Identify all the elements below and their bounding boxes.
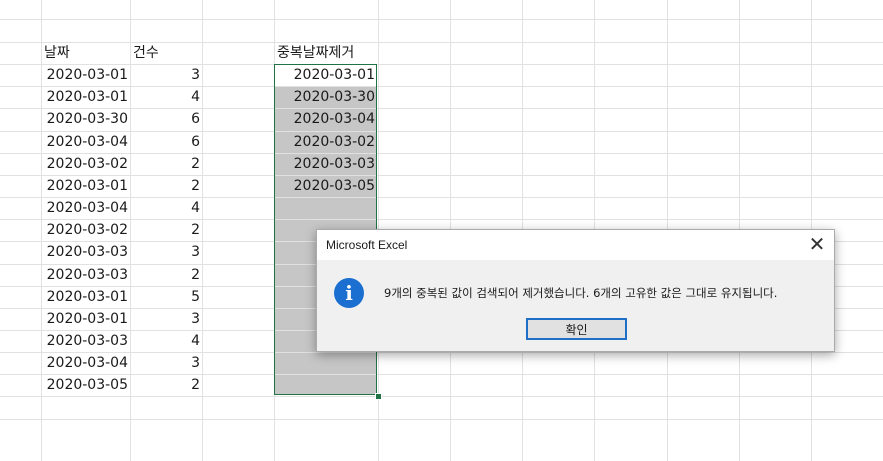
close-icon[interactable]: ✕ [800,230,834,260]
date-cell[interactable]: 2020-03-04 [41,352,128,374]
column-gridline [202,0,203,461]
row-gridline [0,396,883,397]
date-cell[interactable]: 2020-03-02 [41,153,128,175]
date-cell[interactable]: 2020-03-01 [41,286,128,308]
date-cell[interactable]: 2020-03-04 [41,131,128,153]
count-cell[interactable]: 2 [130,175,200,197]
date-cell[interactable]: 2020-03-01 [41,64,128,86]
unique-date-cell[interactable]: 2020-03-03 [274,153,375,175]
date-cell[interactable]: 2020-03-02 [41,219,128,241]
fill-handle[interactable] [375,393,382,400]
unique-date-cell[interactable]: 2020-03-02 [274,131,375,153]
row-gridline [0,19,883,20]
count-cell[interactable]: 4 [130,86,200,108]
count-cell[interactable]: 3 [130,308,200,330]
unique-date-cell[interactable]: 2020-03-01 [274,64,375,86]
count-cell[interactable]: 2 [130,153,200,175]
count-cell[interactable]: 3 [130,352,200,374]
header-count[interactable]: 건수 [133,42,193,64]
count-cell[interactable]: 5 [130,286,200,308]
dialog-message: 9개의 중복된 값이 검색되어 제거했습니다. 6개의 고유한 값은 그대로 유… [384,286,778,300]
date-cell[interactable]: 2020-03-05 [41,374,128,396]
header-dedup[interactable]: 중복날짜제거 [277,42,377,64]
date-cell[interactable]: 2020-03-03 [41,264,128,286]
dialog-titlebar[interactable]: Microsoft Excel ✕ [317,230,834,260]
unique-date-cell[interactable]: 2020-03-05 [274,175,375,197]
ok-button[interactable]: 확인 [526,318,627,340]
count-cell[interactable]: 3 [130,241,200,263]
count-cell[interactable]: 4 [130,197,200,219]
date-cell[interactable]: 2020-03-03 [41,241,128,263]
date-cell[interactable]: 2020-03-03 [41,330,128,352]
info-icon: i [334,278,364,308]
message-dialog: Microsoft Excel ✕ i 9개의 중복된 값이 검색되어 제거했습… [316,229,835,352]
count-cell[interactable]: 2 [130,374,200,396]
count-cell[interactable]: 2 [130,264,200,286]
count-cell[interactable]: 6 [130,108,200,130]
date-cell[interactable]: 2020-03-01 [41,308,128,330]
unique-date-cell[interactable]: 2020-03-04 [274,108,375,130]
count-cell[interactable]: 4 [130,330,200,352]
count-cell[interactable]: 6 [130,131,200,153]
header-date[interactable]: 날짜 [44,42,124,64]
date-cell[interactable]: 2020-03-04 [41,197,128,219]
date-cell[interactable]: 2020-03-30 [41,108,128,130]
unique-date-cell[interactable]: 2020-03-30 [274,86,375,108]
dialog-title: Microsoft Excel [326,238,408,252]
date-cell[interactable]: 2020-03-01 [41,175,128,197]
date-cell[interactable]: 2020-03-01 [41,86,128,108]
count-cell[interactable]: 3 [130,64,200,86]
count-cell[interactable]: 2 [130,219,200,241]
row-gridline [0,419,883,420]
